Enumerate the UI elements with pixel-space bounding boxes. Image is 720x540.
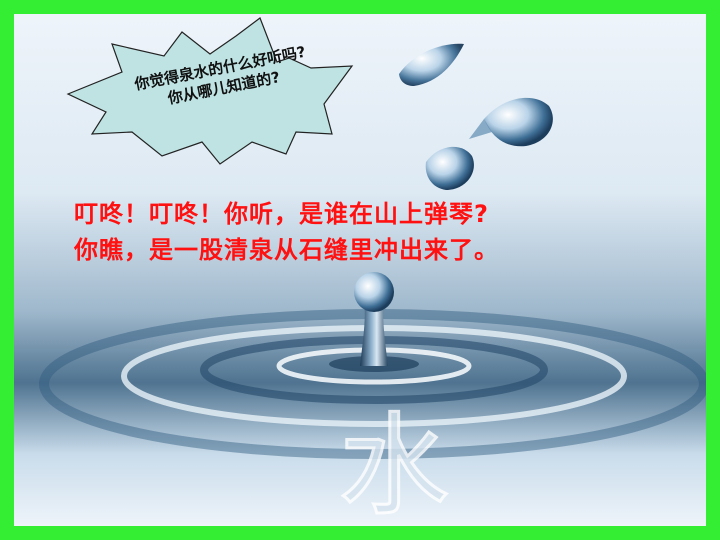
- watermark-char: 水: [339, 402, 449, 526]
- slide-frame: 水 你觉得泉水的什么好听吗? 你从哪儿知道的? 叮咚！叮咚！你听，是谁在山上弹琴…: [0, 0, 720, 540]
- water-droplet-icon: [399, 43, 464, 86]
- main-text-line-2: 你瞧，是一股清泉从石缝里冲出来了。: [74, 236, 499, 264]
- water-droplet-icon: [425, 146, 474, 190]
- main-text-line-1: 叮咚！叮咚！你听，是谁在山上弹琴?: [74, 200, 489, 228]
- main-text: 叮咚！叮咚！你听，是谁在山上弹琴? 你瞧，是一股清泉从石缝里冲出来了。: [74, 196, 674, 268]
- water-droplet-icon: [469, 97, 553, 147]
